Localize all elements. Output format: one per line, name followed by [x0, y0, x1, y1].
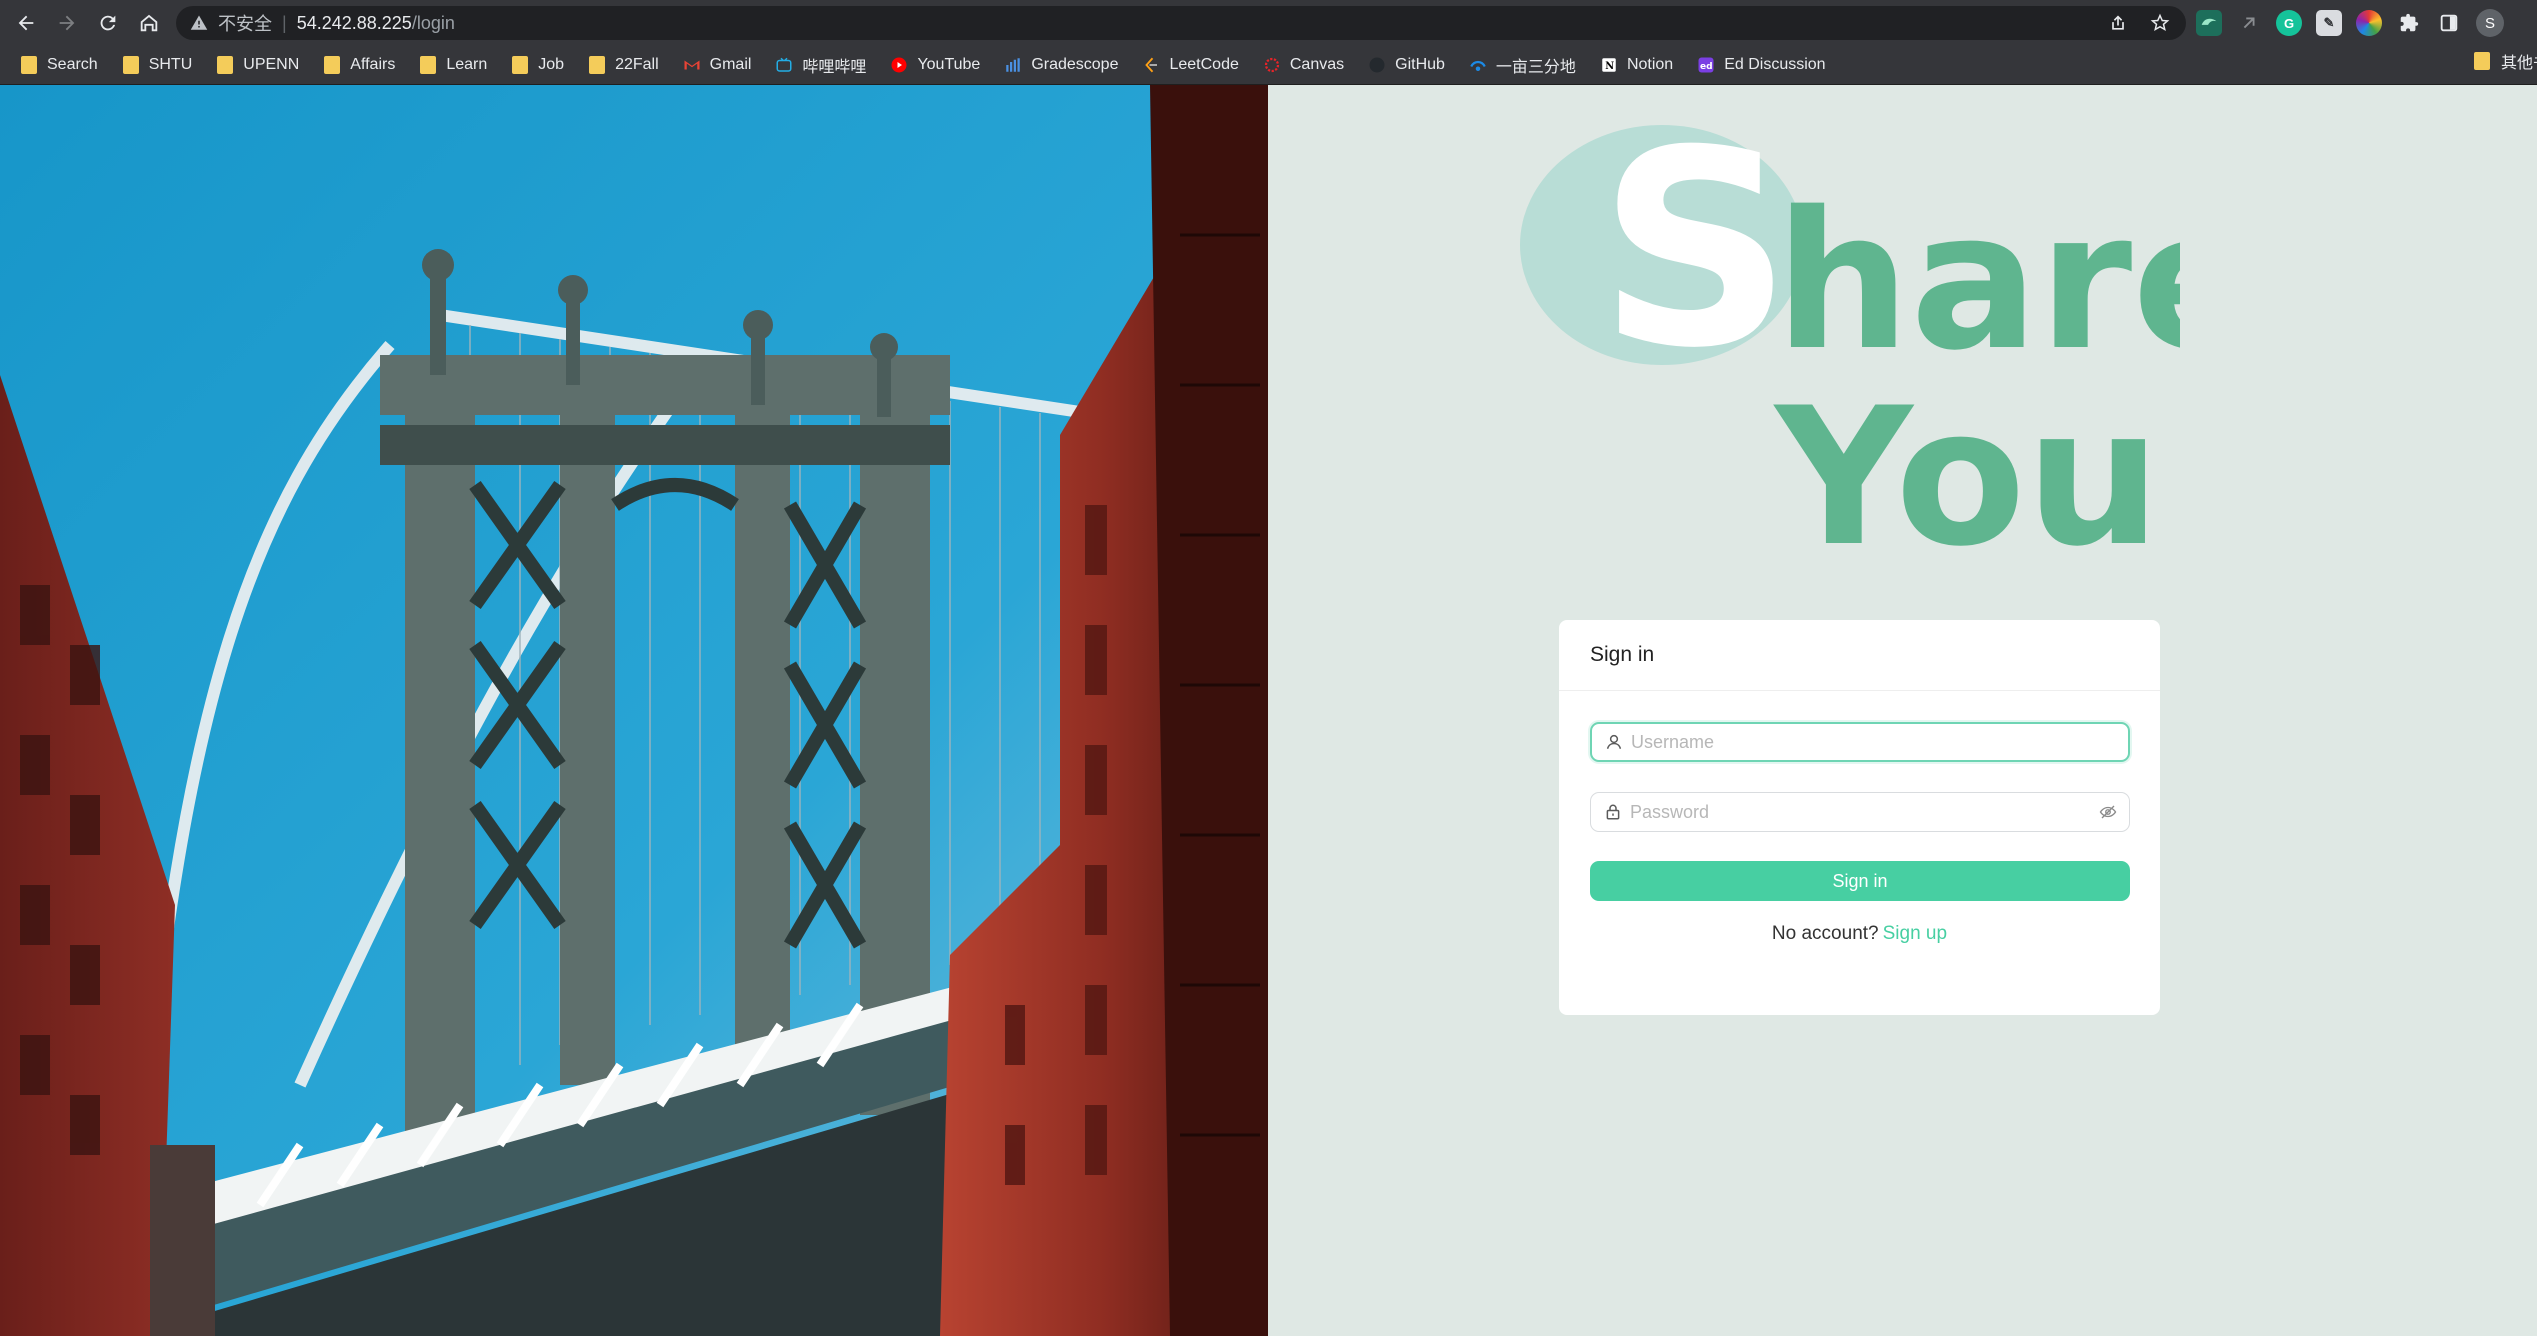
canvas-icon: [1263, 56, 1281, 74]
1point3acres-icon: [1469, 56, 1487, 74]
youtube-icon: [890, 56, 908, 74]
folder-icon: [20, 55, 38, 74]
color-extension-icon[interactable]: [2356, 10, 2382, 36]
bookmark-label: Learn: [446, 55, 488, 73]
signin-title: Sign in: [1559, 620, 2160, 691]
bookmark-item[interactable]: LeetCode: [1136, 49, 1244, 81]
leetcode-icon: [1142, 56, 1160, 74]
login-page: S hare You Sign in Sign in No account?Si…: [0, 85, 2537, 1336]
other-bookmarks-label: 其他书签: [2501, 55, 2537, 72]
address-bar[interactable]: 不安全 | 54.242.88.225/login: [176, 6, 2186, 40]
browser-toolbar: 不安全 | 54.242.88.225/login G ✎ S: [0, 0, 2537, 45]
bookmark-label: UPENN: [243, 55, 300, 73]
bookmark-item[interactable]: Search: [14, 49, 104, 81]
bookmark-item[interactable]: GitHub: [1362, 49, 1451, 81]
folder-icon: [323, 55, 341, 74]
folder-icon: [2474, 52, 2492, 70]
bilibili-icon: [775, 56, 793, 74]
forward-icon[interactable]: [47, 3, 87, 43]
bookmark-item[interactable]: N Notion: [1594, 49, 1679, 81]
signin-button[interactable]: Sign in: [1590, 861, 2130, 901]
username-input[interactable]: [1631, 731, 2091, 753]
bookmark-label: Ed Discussion: [1724, 55, 1826, 73]
back-icon[interactable]: [6, 3, 46, 43]
shareyou-logo: S hare You: [1520, 92, 2261, 588]
url-separator: |: [282, 12, 287, 33]
no-account-text: No account?: [1771, 923, 1879, 944]
bookmark-label: Affairs: [350, 55, 396, 73]
bookmark-item[interactable]: ed Ed Discussion: [1691, 49, 1831, 81]
bookmark-item[interactable]: Gmail: [677, 49, 758, 81]
lock-icon: [1604, 803, 1622, 821]
hero-image: [0, 85, 1268, 1336]
bookmark-item[interactable]: 22Fall: [582, 49, 665, 81]
bookmark-item[interactable]: 哔哩哔哩: [769, 49, 872, 81]
password-field[interactable]: [1590, 792, 2130, 832]
bookmark-label: Gradescope: [1031, 55, 1119, 73]
other-bookmarks[interactable]: 其他书签: [2474, 49, 2537, 73]
eye-off-icon[interactable]: [2099, 803, 2117, 821]
url-path: /login: [411, 12, 455, 33]
svg-text:ed: ed: [1700, 61, 1713, 71]
bookmark-label: SHTU: [148, 55, 193, 73]
username-field[interactable]: [1590, 722, 2130, 762]
bookmark-item[interactable]: Gradescope: [998, 49, 1124, 81]
bookmark-item[interactable]: SHTU: [116, 49, 199, 81]
bookmark-label: GitHub: [1395, 55, 1445, 73]
notion-icon: N: [1600, 56, 1618, 74]
link-extension-icon[interactable]: [2236, 10, 2262, 36]
profile-avatar[interactable]: S: [2476, 9, 2504, 37]
bookmark-item[interactable]: YouTube: [884, 49, 986, 81]
extension-icon[interactable]: [2196, 10, 2222, 36]
notes-extension-icon[interactable]: ✎: [2316, 10, 2342, 36]
bookmark-item[interactable]: Job: [505, 49, 570, 81]
bookmark-label: Gmail: [709, 55, 752, 73]
bookmark-item[interactable]: 一亩三分地: [1463, 49, 1582, 81]
bookmark-star-icon[interactable]: [2150, 13, 2170, 33]
folder-icon: [216, 55, 234, 74]
share-icon[interactable]: [2108, 13, 2128, 33]
url-host: 54.242.88.225: [296, 12, 412, 33]
logo-initial: S: [1598, 125, 1792, 407]
bookmark-item[interactable]: UPENN: [210, 49, 305, 81]
bookmark-label: LeetCode: [1169, 55, 1239, 73]
svg-text:N: N: [1605, 60, 1614, 71]
signup-link[interactable]: Sign up: [1883, 923, 1947, 944]
home-icon[interactable]: [129, 3, 169, 43]
bookmark-label: YouTube: [917, 55, 981, 73]
bookmark-item[interactable]: Canvas: [1257, 49, 1350, 81]
bookmark-label: Search: [47, 55, 98, 73]
bookmark-item[interactable]: Learn: [413, 49, 493, 81]
folder-icon: [122, 55, 140, 74]
gradescope-icon: [1004, 56, 1022, 74]
bookmark-label: Job: [538, 55, 565, 73]
signin-card: Sign in Sign in No account?Sign up: [1559, 620, 2160, 1015]
github-icon: [1368, 56, 1386, 74]
bookmark-label: 一亩三分地: [1495, 58, 1576, 76]
bookmark-label: 哔哩哔哩: [802, 58, 867, 76]
ed-icon: ed: [1697, 56, 1715, 74]
folder-icon: [511, 55, 529, 74]
bookmark-label: Notion: [1626, 55, 1674, 73]
logo-line2: You: [1773, 367, 2161, 565]
folder-icon: [588, 55, 606, 74]
password-input[interactable]: [1630, 801, 2090, 823]
reload-icon[interactable]: [88, 3, 128, 43]
warning-icon[interactable]: [190, 14, 208, 32]
gmail-icon: [683, 56, 701, 74]
folder-icon: [419, 55, 437, 74]
grammarly-icon[interactable]: G: [2276, 10, 2302, 36]
user-icon: [1605, 733, 1623, 751]
bookmark-label: Canvas: [1289, 55, 1345, 73]
bookmark-label: 22Fall: [615, 55, 659, 73]
side-panel-icon[interactable]: [2436, 10, 2462, 36]
logo-line1: hare: [1775, 171, 2180, 392]
signup-prompt: No account? Sign up: [1559, 923, 2160, 945]
bookmarks-bar: Search SHTU UPENN Affairs Learn Job 22Fall Gmai…: [0, 45, 2537, 85]
insecure-label: 不安全: [218, 14, 272, 34]
puzzle-icon[interactable]: [2396, 10, 2422, 36]
bookmark-item[interactable]: Affairs: [317, 49, 401, 81]
